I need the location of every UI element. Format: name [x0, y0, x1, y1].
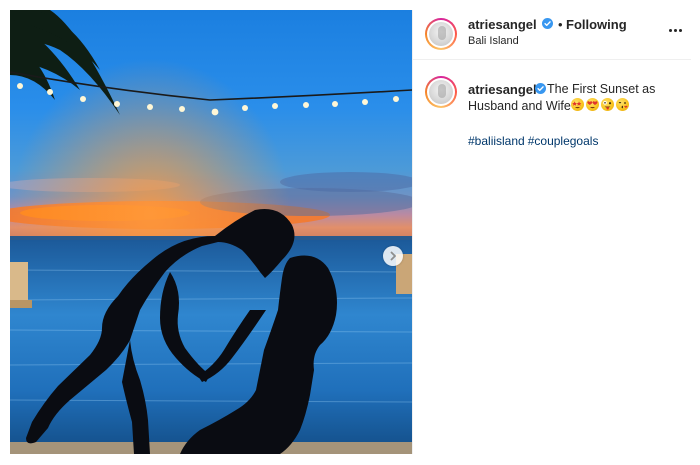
kissing-face-emoji	[616, 98, 629, 111]
crazy-face-icon	[603, 101, 612, 110]
caption-text-line1: The First Sunset as	[547, 82, 656, 96]
hashtag-link[interactable]: #baliisland	[468, 134, 525, 148]
hashtag-list: #baliisland #couplegoals	[468, 134, 598, 148]
caption-emojis	[571, 98, 629, 111]
instagram-post: atriesangel • Following Bali Island atri…	[0, 0, 700, 465]
avatar-image	[429, 22, 453, 46]
star-struck-icon	[572, 101, 582, 109]
post-header: atriesangel • Following Bali Island	[413, 10, 691, 60]
post-side-panel: atriesangel • Following Bali Island atri…	[412, 10, 691, 454]
caption-text-line2: Husband and Wife	[468, 99, 571, 113]
header-username-link[interactable]: atriesangel	[468, 17, 537, 32]
post-photo[interactable]	[10, 10, 412, 454]
heart-eyes-icon	[587, 101, 598, 109]
location-link[interactable]: Bali Island	[468, 35, 519, 47]
sunset-kiss-photo	[10, 10, 412, 454]
header-separator: •	[558, 17, 563, 32]
avatar-ring	[427, 20, 455, 48]
more-options-button[interactable]	[669, 25, 685, 35]
more-horizontal-icon	[669, 28, 672, 32]
kissing-face-icon	[618, 102, 628, 109]
verified-badge-icon	[542, 18, 553, 29]
more-horizontal-icon	[679, 28, 682, 32]
star-struck-emoji	[571, 98, 584, 111]
crazy-face-emoji	[601, 98, 614, 111]
chevron-right-icon	[390, 251, 396, 261]
hashtag-link[interactable]: #couplegoals	[528, 134, 599, 148]
avatar-ring	[427, 78, 455, 106]
caption-username-link[interactable]: atriesangel	[468, 82, 537, 97]
heart-eyes-emoji	[586, 98, 599, 111]
avatar[interactable]	[425, 18, 457, 50]
more-horizontal-icon	[674, 28, 677, 32]
following-button[interactable]: Following	[566, 17, 627, 32]
caption-avatar[interactable]	[425, 76, 457, 108]
verified-badge-icon	[535, 83, 546, 94]
avatar-image	[429, 80, 453, 104]
next-slide-button[interactable]	[383, 246, 403, 266]
